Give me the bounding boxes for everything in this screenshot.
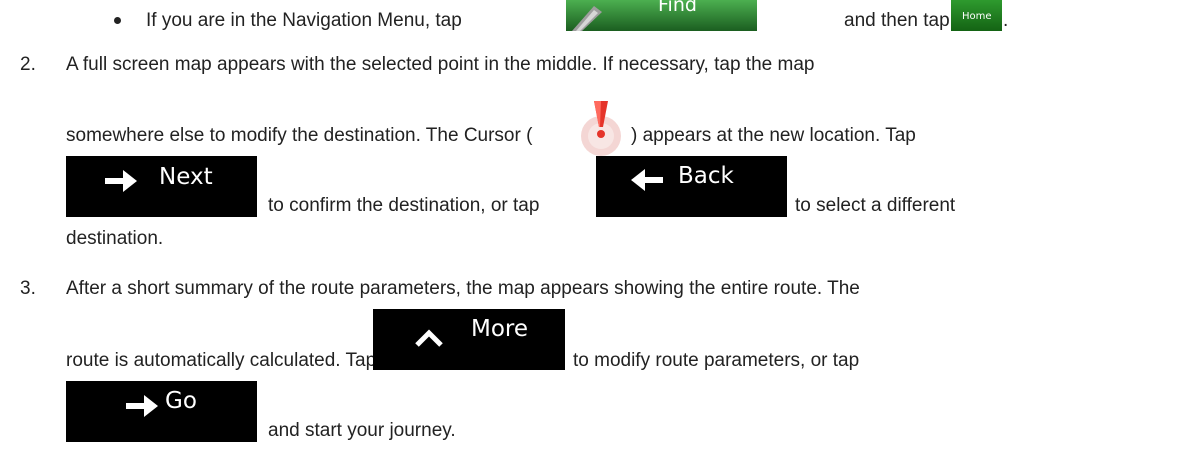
step2-number: 2.: [20, 54, 36, 75]
step2-line2a: somewhere else to modify the destination…: [66, 125, 533, 146]
find-button[interactable]: Find: [566, 0, 757, 31]
step3-line2a: route is automatically calculated. Tap: [66, 350, 377, 371]
step2-line4: destination.: [66, 228, 164, 249]
home-button-label: Home: [962, 11, 992, 22]
arrow-right-icon: [126, 395, 158, 417]
chevron-up-icon: [415, 329, 443, 347]
step2-line2b: ) appears at the new location. Tap: [631, 125, 916, 146]
more-button[interactable]: More: [373, 309, 565, 370]
arrow-left-icon: [631, 169, 663, 191]
next-button-label: Next: [159, 164, 213, 190]
step2-line3a: to confirm the destination, or tap: [268, 195, 540, 216]
step2-line1: A full screen map appears with the selec…: [66, 54, 815, 75]
bullet-point: [114, 17, 121, 24]
magnifier-icon: [572, 6, 602, 31]
cursor-icon: [581, 101, 621, 156]
step1-text-b: and then tap: [844, 10, 950, 31]
go-button-label: Go: [165, 388, 197, 414]
step3-line1: After a short summary of the route param…: [66, 278, 860, 299]
home-button[interactable]: Home: [951, 0, 1002, 31]
back-button[interactable]: Back: [596, 156, 787, 217]
step3-line3: and start your journey.: [268, 420, 456, 441]
step2-line3b: to select a different: [795, 195, 956, 216]
step1-text-a: If you are in the Navigation Menu, tap: [146, 10, 462, 31]
step3-line2b: to modify route parameters, or tap: [573, 350, 860, 371]
arrow-right-icon: [105, 170, 137, 192]
back-button-label: Back: [678, 163, 734, 189]
next-button[interactable]: Next: [66, 156, 257, 217]
more-button-label: More: [471, 316, 529, 342]
step3-number: 3.: [20, 278, 36, 299]
step1-period: .: [1003, 10, 1009, 31]
find-button-label: Find: [658, 0, 697, 16]
go-button[interactable]: Go: [66, 381, 257, 442]
